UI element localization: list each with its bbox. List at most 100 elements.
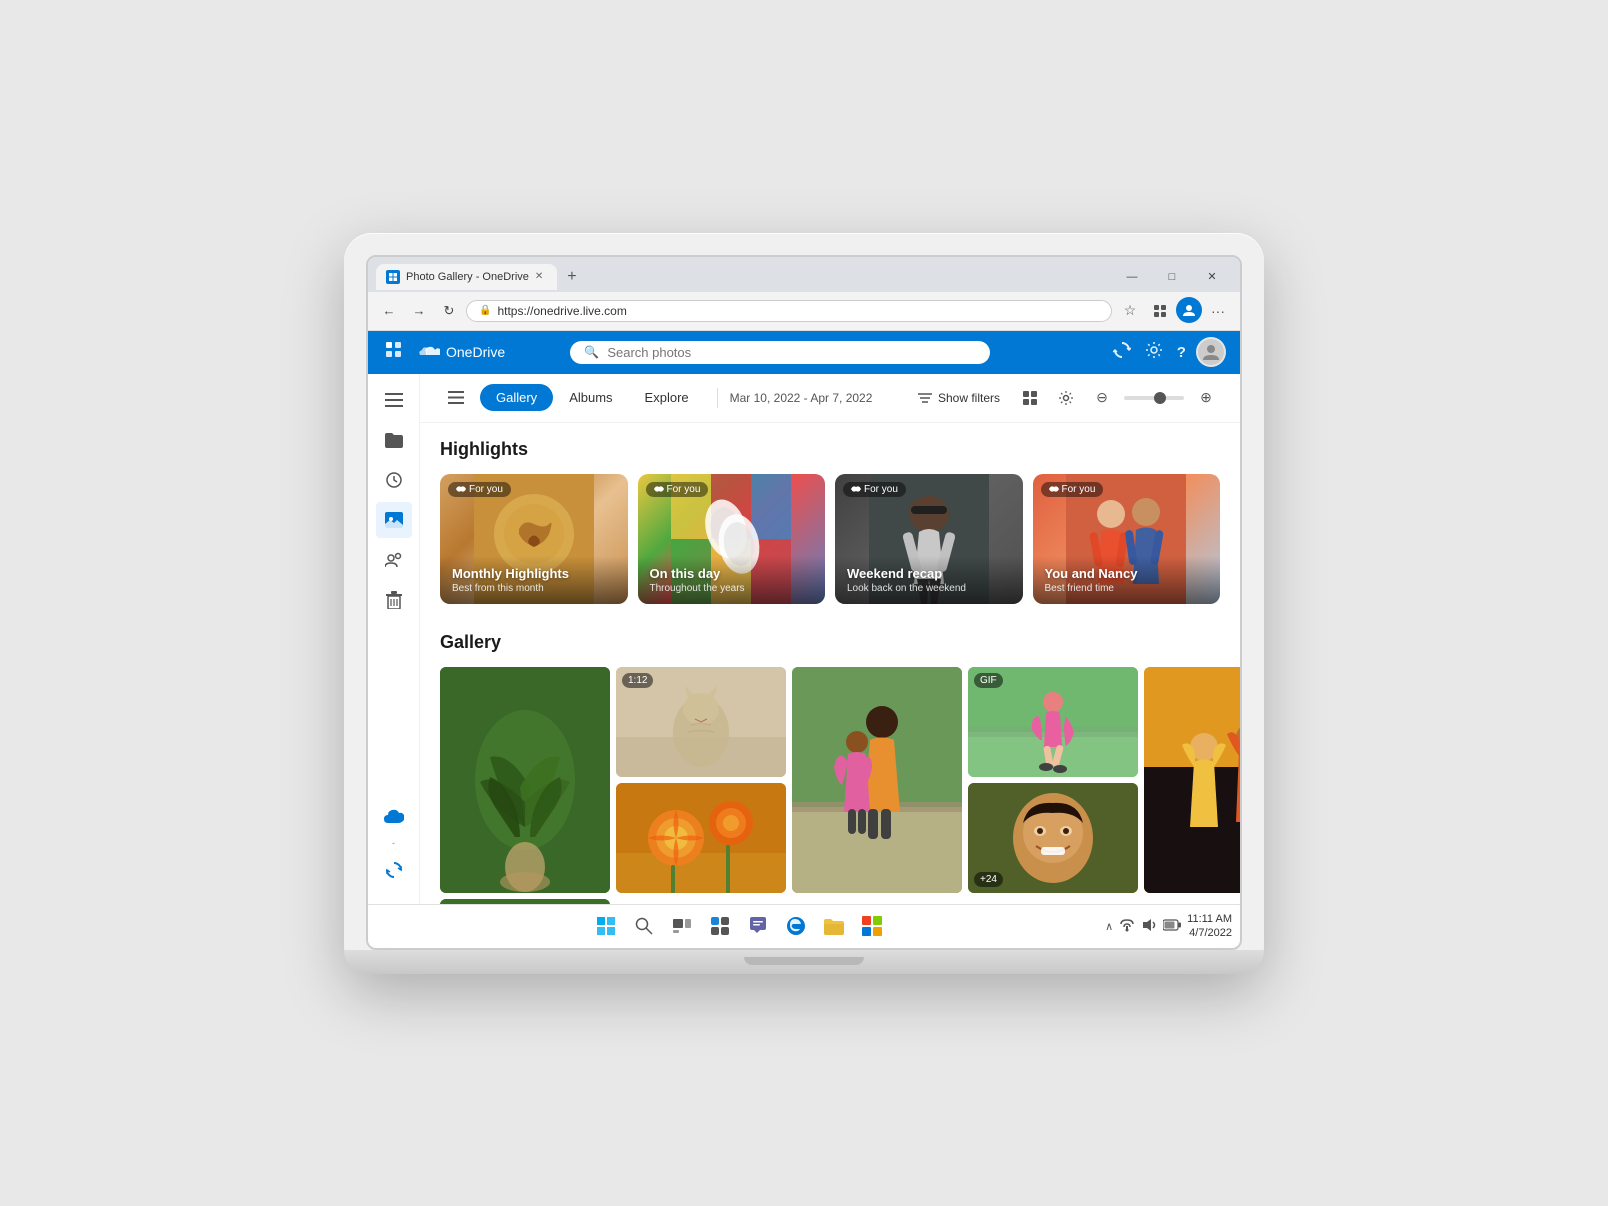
laptop-container: Photo Gallery - OneDrive ✕ + — □ ✕ ← → ↻… [344, 233, 1264, 974]
maximize-button[interactable]: □ [1152, 263, 1192, 291]
more-button[interactable]: ··· [1204, 297, 1232, 325]
highlight-title-onthisday: On this day [650, 566, 814, 581]
tray-expand[interactable]: ∧ [1105, 920, 1113, 933]
address-url: https://onedrive.live.com [497, 304, 626, 318]
app-bar: OneDrive 🔍 ? [368, 331, 1240, 374]
sidebar-item-shared[interactable] [376, 542, 412, 578]
new-tab-button[interactable]: + [557, 262, 586, 292]
highlight-overlay-onthisday: On this day Throughout the years [638, 556, 826, 604]
sidebar-item-cloud[interactable] [376, 798, 412, 834]
nav-divider [717, 388, 718, 408]
main-layout: - Gallery Albums Explore Mar [368, 374, 1240, 904]
wifi-icon[interactable] [1119, 918, 1135, 935]
gallery-badge-cat: 1:12 [622, 673, 653, 688]
zoom-in-button[interactable]: ⊕ [1192, 384, 1220, 412]
favorites-button[interactable]: ☆ [1116, 297, 1144, 325]
for-you-badge-onthisday: For you [646, 482, 709, 497]
sidebar-item-trash[interactable] [376, 582, 412, 618]
start-button[interactable] [589, 909, 623, 943]
gallery-item-flowers[interactable] [616, 783, 786, 893]
search-box[interactable]: 🔍 [570, 341, 990, 364]
address-bar[interactable]: 🔒 https://onedrive.live.com [466, 300, 1112, 322]
highlight-title-weekend: Weekend recap [847, 566, 1011, 581]
browser-tab-active[interactable]: Photo Gallery - OneDrive ✕ [376, 264, 557, 290]
content-area[interactable]: Gallery Albums Explore Mar 10, 2022 - Ap… [420, 374, 1240, 904]
gallery-badge-gif: GIF [974, 673, 1003, 688]
user-avatar[interactable] [1196, 337, 1226, 367]
folder-view-button[interactable] [1016, 384, 1044, 412]
hamburger-button[interactable] [440, 382, 472, 414]
minimize-button[interactable]: — [1112, 263, 1152, 291]
taskbar-explorer[interactable] [817, 909, 851, 943]
gallery-item-cat[interactable]: 1:12 [616, 667, 786, 777]
highlights-title: Highlights [440, 439, 1220, 460]
taskbar-time[interactable]: 11:11 AM 4/7/2022 [1187, 912, 1232, 941]
date-range: Mar 10, 2022 - Apr 7, 2022 [730, 391, 873, 405]
gallery-item-family[interactable] [792, 667, 962, 893]
laptop-notch [744, 957, 864, 965]
taskbar-store[interactable] [855, 909, 889, 943]
app-grid-icon[interactable] [382, 338, 406, 367]
app-logo[interactable]: OneDrive [418, 344, 505, 360]
taskbar-search[interactable] [627, 909, 661, 943]
highlight-overlay-weekend: Weekend recap Look back on the weekend [835, 556, 1023, 604]
battery-icon[interactable] [1163, 919, 1181, 934]
laptop-screen: Photo Gallery - OneDrive ✕ + — □ ✕ ← → ↻… [366, 255, 1242, 950]
volume-icon[interactable] [1141, 918, 1157, 935]
tab-close-button[interactable]: ✕ [535, 271, 543, 282]
sidebar-dash: - [392, 838, 395, 848]
tab-explore[interactable]: Explore [629, 384, 705, 411]
taskbar-chat[interactable] [741, 909, 775, 943]
highlight-sub-youandnancy: Best friend time [1045, 583, 1209, 594]
gallery-item-portrait[interactable]: +24 [968, 783, 1138, 893]
refresh-button[interactable]: ↻ [436, 298, 462, 324]
gallery-grid: 1:12 [440, 667, 1220, 904]
highlight-card-onthisday[interactable]: For you On this day Throughout the years [638, 474, 826, 604]
sync-icon[interactable] [1109, 337, 1135, 368]
back-button[interactable]: ← [376, 298, 402, 324]
gallery-title: Gallery [440, 632, 1220, 653]
task-view[interactable] [665, 909, 699, 943]
highlight-card-weekend[interactable]: For you Weekend recap Look back on the w… [835, 474, 1023, 604]
settings-icon[interactable] [1141, 337, 1167, 368]
sidebar-item-recent[interactable] [376, 462, 412, 498]
browser-controls-bar: ← → ↻ 🔒 https://onedrive.live.com ☆ ··· [368, 292, 1240, 330]
tab-gallery[interactable]: Gallery [480, 384, 553, 411]
gallery-item-dancer[interactable]: GIF [968, 667, 1138, 777]
collections-button[interactable] [1146, 297, 1174, 325]
highlight-sub-weekend: Look back on the weekend [847, 583, 1011, 594]
close-button[interactable]: ✕ [1192, 263, 1232, 291]
zoom-slider[interactable] [1124, 396, 1184, 400]
sidebar-item-sync[interactable] [376, 852, 412, 888]
browser-profile-icon[interactable] [1176, 297, 1202, 323]
highlight-card-youandnancy[interactable]: For you You and Nancy Best friend time [1033, 474, 1221, 604]
sidebar-item-hamburger[interactable] [376, 382, 412, 418]
app-bar-actions: ? [1109, 337, 1226, 368]
nav-bar: Gallery Albums Explore Mar 10, 2022 - Ap… [420, 374, 1240, 423]
taskbar-center [376, 909, 1101, 943]
taskbar-widgets[interactable] [703, 909, 737, 943]
gallery-badge-plus: +24 [974, 872, 1003, 887]
help-icon[interactable]: ? [1173, 340, 1190, 365]
settings-view-button[interactable] [1052, 384, 1080, 412]
forward-button[interactable]: → [406, 298, 432, 324]
search-input[interactable] [607, 345, 976, 360]
taskbar-edge[interactable] [779, 909, 813, 943]
highlight-sub-onthisday: Throughout the years [650, 583, 814, 594]
sidebar-bottom: - [376, 798, 412, 896]
highlight-card-monthly[interactable]: For you Monthly Highlights Best from thi… [440, 474, 628, 604]
tab-title: Photo Gallery - OneDrive [406, 271, 529, 283]
for-you-label-monthly: For you [469, 484, 503, 495]
highlight-overlay-youandnancy: You and Nancy Best friend time [1033, 556, 1221, 604]
zoom-slider-thumb[interactable] [1154, 392, 1166, 404]
tab-albums[interactable]: Albums [553, 384, 628, 411]
zoom-out-button[interactable]: ⊖ [1088, 384, 1116, 412]
sidebar-item-photos[interactable] [376, 502, 412, 538]
gallery-item-jump[interactable] [1144, 667, 1240, 893]
show-filters-label: Show filters [938, 391, 1000, 405]
show-filters-button[interactable]: Show filters [910, 387, 1008, 409]
highlight-sub-monthly: Best from this month [452, 583, 616, 594]
sidebar-item-folder[interactable] [376, 422, 412, 458]
clock-time: 11:11 AM [1187, 912, 1232, 926]
gallery-item-plant[interactable] [440, 667, 610, 893]
